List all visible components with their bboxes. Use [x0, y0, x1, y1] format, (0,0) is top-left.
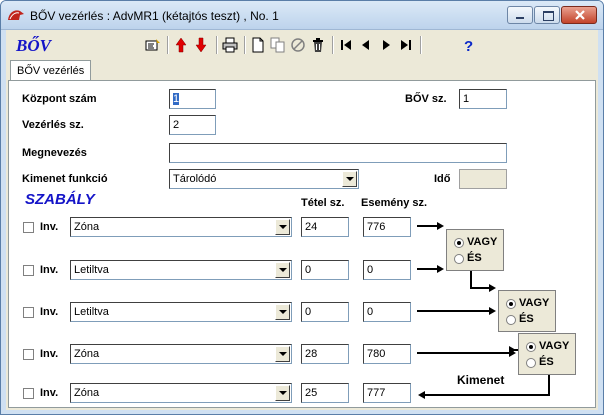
logic-group-3: VAGY ÉS: [518, 333, 576, 375]
prev-icon: [362, 40, 369, 50]
or-radio[interactable]: [526, 342, 536, 352]
or-label: VAGY: [467, 236, 498, 248]
delete-button[interactable]: [308, 35, 328, 55]
main-window: BŐV vezérlés : AdvMR1 (kétajtós teszt) ,…: [0, 0, 604, 415]
prev-record-button[interactable]: [356, 35, 376, 55]
tab-panel: Központ szám 1 BŐV sz. 1 Vezérlés sz. 2 …: [8, 80, 596, 408]
maximize-icon: [543, 11, 554, 21]
copy-button[interactable]: [268, 35, 288, 55]
tab-strip: BŐV vezérlés: [8, 60, 596, 80]
and-radio[interactable]: [454, 254, 464, 264]
print-button[interactable]: [220, 35, 240, 55]
and-radio[interactable]: [526, 358, 536, 368]
toolbar-separator: [420, 36, 422, 54]
logic-group-2: VAGY ÉS: [498, 290, 556, 332]
arrow-up-icon: [175, 37, 187, 53]
toolbar-separator: [167, 36, 169, 54]
move-down-button[interactable]: [191, 35, 211, 55]
help-icon: ?: [464, 38, 473, 53]
app-icon: [8, 10, 24, 20]
cancel-button[interactable]: [288, 35, 308, 55]
and-label: ÉS: [519, 313, 534, 325]
copy-icon: [270, 37, 285, 53]
close-icon: [575, 10, 585, 20]
new-icon: [252, 37, 264, 53]
svg-text:?: ?: [464, 38, 473, 53]
title-bar[interactable]: BŐV vezérlés : AdvMR1 (kétajtós teszt) ,…: [1, 1, 603, 30]
and-label: ÉS: [467, 252, 482, 264]
or-label: VAGY: [539, 340, 570, 352]
client-area: BŐV ? BŐV vezérlés Központ szám 1 BŐV sz…: [6, 30, 598, 410]
arrow-down-icon: [195, 37, 207, 53]
toolbar-separator: [244, 36, 246, 54]
delete-icon: [313, 38, 323, 52]
and-radio[interactable]: [506, 315, 516, 325]
kimenet-output-label: Kimenet: [457, 373, 505, 387]
logic-group-1: VAGY ÉS: [446, 229, 504, 271]
select-button[interactable]: [143, 35, 163, 55]
first-record-button[interactable]: [336, 35, 356, 55]
tab-bov-vezerles[interactable]: BŐV vezérlés: [10, 60, 92, 80]
or-radio[interactable]: [506, 299, 516, 309]
minimize-button[interactable]: [507, 6, 533, 24]
last-icon: [401, 40, 411, 50]
toolbar-separator: [332, 36, 334, 54]
print-icon: [222, 37, 238, 53]
toolbar: BŐV ?: [6, 30, 598, 58]
last-record-button[interactable]: [396, 35, 416, 55]
next-icon: [383, 40, 390, 50]
and-label: ÉS: [539, 356, 554, 368]
minimize-icon: [516, 17, 524, 19]
select-icon: [145, 39, 160, 51]
close-button[interactable]: [561, 6, 597, 24]
move-up-button[interactable]: [171, 35, 191, 55]
logic-connector-lines: [417, 222, 550, 399]
brand-label: BŐV: [16, 36, 51, 55]
maximize-button[interactable]: [534, 6, 560, 24]
first-icon: [341, 40, 351, 50]
cancel-icon: [291, 38, 305, 52]
toolbar-separator: [216, 36, 218, 54]
next-record-button[interactable]: [376, 35, 396, 55]
or-radio[interactable]: [454, 238, 464, 248]
window-title: BŐV vezérlés : AdvMR1 (kétajtós teszt) ,…: [30, 9, 279, 23]
help-button[interactable]: ?: [458, 35, 478, 55]
new-button[interactable]: [248, 35, 268, 55]
or-label: VAGY: [519, 297, 550, 309]
